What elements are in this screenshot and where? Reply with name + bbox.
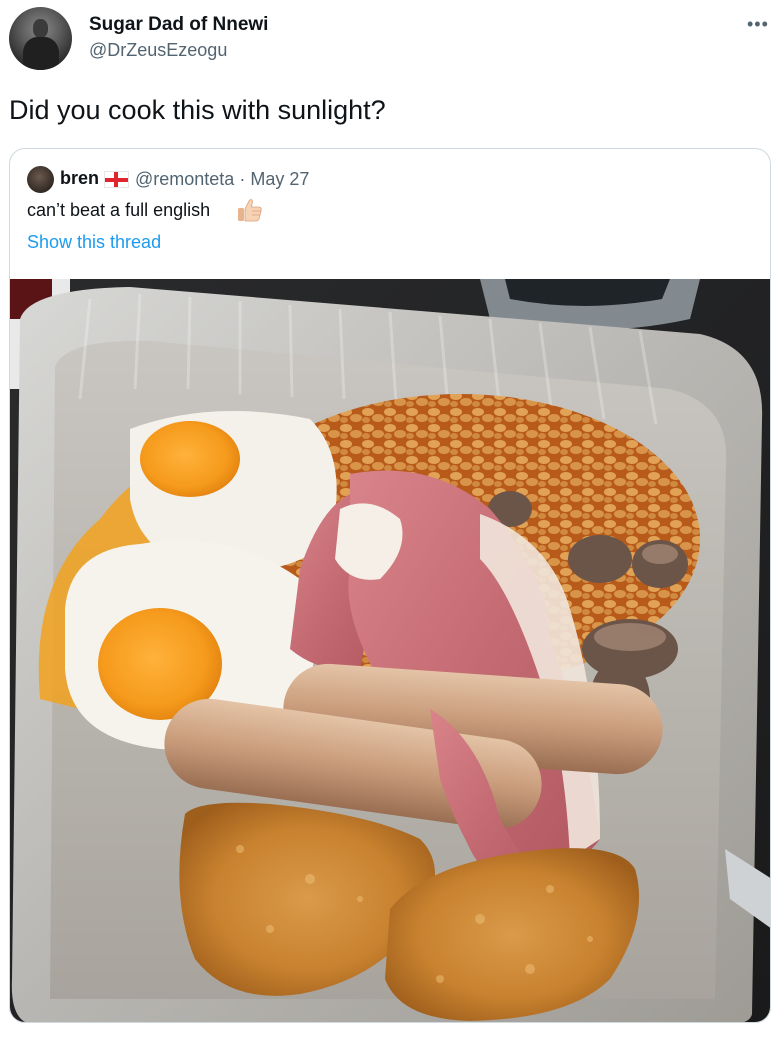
- quoted-author-handle[interactable]: @remonteta: [135, 169, 234, 189]
- more-horizontal-icon[interactable]: •••: [747, 14, 769, 35]
- author-display-name[interactable]: Sugar Dad of Nnewi: [89, 14, 268, 36]
- food-photo[interactable]: [10, 279, 771, 1023]
- author-avatar[interactable]: [9, 7, 72, 70]
- quoted-tweet-card[interactable]: bren @remonteta · May 27 can’t beat a fu…: [9, 148, 771, 1023]
- quoted-tweet-text: can’t beat a full english: [27, 200, 211, 220]
- author-handle[interactable]: @DrZeusEzeogu: [89, 40, 227, 61]
- quoted-author-meta: @remonteta · May 27: [135, 169, 309, 190]
- show-this-thread-link[interactable]: Show this thread: [27, 232, 161, 253]
- meta-separator: ·: [239, 169, 246, 189]
- quoted-author-avatar[interactable]: [27, 166, 54, 193]
- quoted-tweet-date[interactable]: May 27: [250, 169, 309, 189]
- england-flag-icon: [104, 171, 129, 188]
- quoted-author-display-name[interactable]: bren: [60, 168, 99, 189]
- thumbs-up-icon: [238, 199, 262, 222]
- tweet-text: Did you cook this with sunlight?: [9, 95, 386, 125]
